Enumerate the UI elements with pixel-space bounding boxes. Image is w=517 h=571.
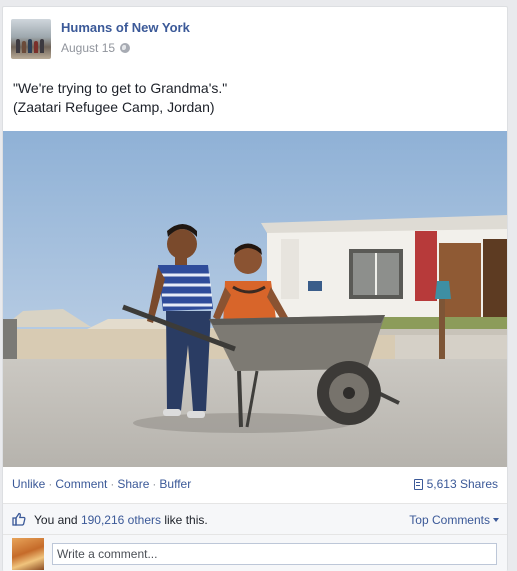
likes-suffix: like this. (161, 513, 208, 527)
dot-separator: · (48, 477, 53, 491)
likes-text: You and 190,216 others like this. (34, 513, 208, 527)
globe-icon (120, 43, 131, 53)
top-comments-label[interactable]: Top Comments (409, 513, 490, 527)
top-comments-dropdown[interactable]: Top Comments (409, 513, 499, 527)
post-message-line: "We're trying to get to Grandma's." (13, 80, 228, 96)
post-date-text[interactable]: August 15 (61, 41, 115, 55)
post-header: Humans of New York August 15 (11, 19, 491, 63)
share-count-link[interactable]: 5,613 Shares (413, 477, 498, 491)
comment-input[interactable] (52, 543, 497, 565)
caret-down-icon (493, 518, 499, 522)
post-message-line: (Zaatari Refugee Camp, Jordan) (13, 99, 215, 115)
likes-prefix: You and (34, 513, 81, 527)
likes-summary: You and 190,216 others like this. Top Co… (3, 504, 507, 534)
post-photo[interactable] (3, 131, 507, 467)
post-timestamp[interactable]: August 15 (61, 41, 131, 55)
thumbs-up-icon (12, 512, 26, 526)
share-link[interactable]: Share (117, 477, 149, 491)
post-actions: Unlike · Comment · Share · Buffer 5,613 Shares (12, 477, 498, 495)
post-card: Humans of New York August 15 "We're tryi… (2, 6, 508, 571)
share-count-text[interactable]: 5,613 Shares (427, 477, 498, 491)
comment-link[interactable]: Comment (55, 477, 107, 491)
buffer-link[interactable]: Buffer (159, 477, 191, 491)
unlike-link[interactable]: Unlike (12, 477, 45, 491)
comment-composer (3, 535, 507, 571)
share-count-icon (413, 479, 423, 490)
dot-separator: · (152, 477, 157, 491)
likes-others-link[interactable]: 190,216 others (81, 513, 161, 527)
current-user-avatar (12, 538, 44, 570)
dot-separator: · (110, 477, 115, 491)
page-avatar[interactable] (11, 19, 51, 59)
post-message: "We're trying to get to Grandma's." (Zaa… (13, 79, 227, 117)
page-name-link[interactable]: Humans of New York (61, 20, 190, 35)
